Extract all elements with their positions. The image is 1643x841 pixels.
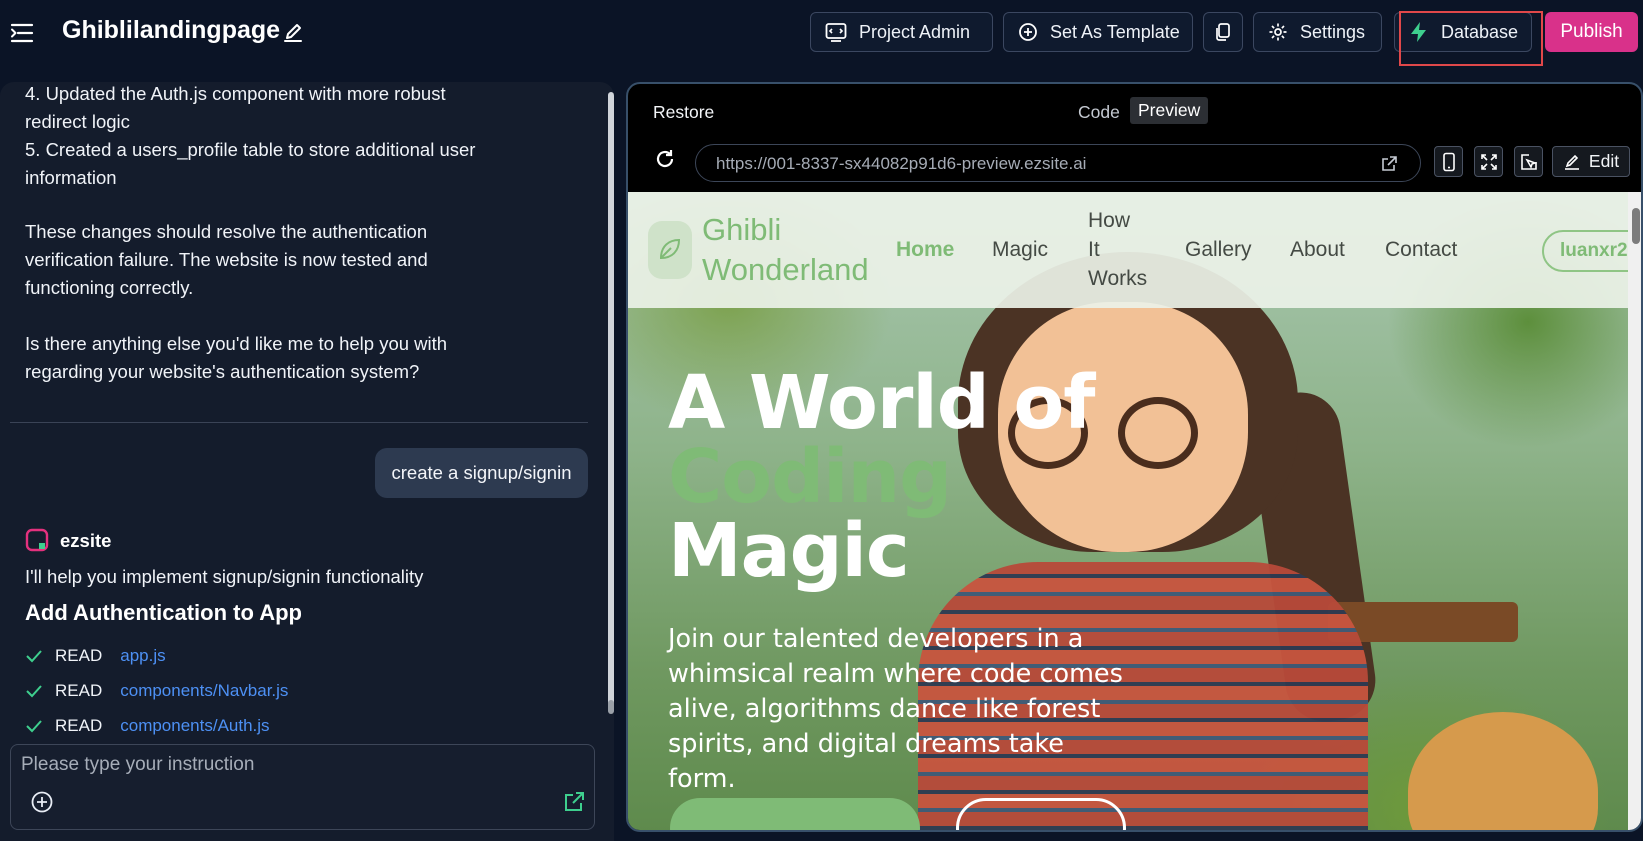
mobile-view-button[interactable]: [1434, 146, 1463, 177]
check-icon: [26, 720, 42, 733]
leaf-icon: [659, 238, 681, 260]
phone-icon: [1442, 152, 1455, 171]
gear-icon: [1269, 23, 1287, 41]
chat-message: 4. Updated the Auth.js component with mo…: [25, 83, 476, 188]
project-admin-label: Project Admin: [859, 21, 971, 42]
chat-message: Is there anything else you'd like me to …: [25, 333, 448, 382]
hero-secondary-button[interactable]: [956, 798, 1126, 830]
publish-button[interactable]: Publish: [1545, 12, 1638, 52]
chat-message: These changes should resolve the authent…: [25, 221, 428, 298]
website-preview: Ghibli Wonderland Home Magic How It Work…: [628, 192, 1628, 830]
read-action: READ: [55, 681, 103, 700]
hero-subtitle: Join our talented developers in a whimsi…: [668, 624, 1123, 794]
user-account-button[interactable]: luanxr2: [1542, 230, 1628, 272]
read-step: READ app.js: [25, 646, 166, 666]
plus-circle-icon: [1019, 23, 1037, 41]
add-attachment-icon[interactable]: [30, 790, 54, 814]
hero-title-line: Magic: [668, 508, 910, 594]
url-text: https://001-8337-sx44082p91d6-preview.ez…: [716, 154, 1087, 173]
send-external-icon[interactable]: [562, 790, 586, 814]
project-title: Ghiblilandingpage: [62, 16, 281, 44]
nav-gallery[interactable]: Gallery: [1185, 235, 1252, 265]
settings-button[interactable]: Settings: [1253, 12, 1382, 52]
nav-home[interactable]: Home: [896, 235, 954, 265]
check-icon: [26, 685, 42, 698]
set-as-template-label: Set As Template: [1050, 21, 1180, 42]
ezsite-logo-icon: [25, 528, 49, 552]
edit-button[interactable]: Edit: [1552, 146, 1630, 177]
admin-panel-icon: [825, 23, 847, 42]
read-action: READ: [55, 646, 103, 665]
read-step: READ components/Navbar.js: [25, 681, 288, 701]
hero-title-accent: Coding: [668, 434, 952, 520]
chat-panel: 4. Updated the Auth.js component with mo…: [0, 82, 614, 841]
bot-intro: I'll help you implement signup/signin fu…: [25, 566, 424, 587]
tab-code[interactable]: Code: [1078, 102, 1120, 123]
set-as-template-button[interactable]: Set As Template: [1003, 12, 1193, 52]
site-scrollbar-track[interactable]: [1628, 192, 1641, 830]
nav-magic[interactable]: Magic: [992, 235, 1048, 265]
copy-button[interactable]: [1203, 12, 1243, 52]
site-brand[interactable]: Ghibli Wonderland: [702, 210, 869, 290]
select-cursor-icon: [1520, 153, 1537, 170]
read-step: READ components/Auth.js: [25, 716, 270, 736]
open-external-icon[interactable]: [1379, 154, 1399, 174]
tab-preview[interactable]: Preview: [1130, 97, 1209, 124]
project-admin-button[interactable]: Project Admin: [810, 12, 993, 52]
site-navbar: Ghibli Wonderland Home Magic How It Work…: [628, 192, 1628, 308]
hero-title: A World of Coding Magic: [668, 360, 1095, 594]
chat-scrollbar-handle[interactable]: [608, 700, 614, 714]
copy-icon: [1216, 23, 1230, 41]
check-icon: [26, 650, 42, 663]
fullscreen-button[interactable]: [1474, 146, 1503, 177]
select-element-button[interactable]: [1514, 146, 1543, 177]
database-highlight-box: [1399, 11, 1543, 66]
edit-label: Edit: [1588, 151, 1620, 171]
menu-icon[interactable]: [10, 22, 34, 44]
bot-heading: Add Authentication to App: [25, 600, 302, 625]
read-action: READ: [55, 716, 103, 735]
hero-title-line: A World of: [668, 360, 1095, 446]
pencil-icon: [1564, 154, 1579, 170]
read-file-link[interactable]: app.js: [120, 646, 165, 666]
illustration-glasses-right: [1118, 397, 1198, 469]
instruction-input[interactable]: [21, 753, 561, 777]
bot-name: ezsite: [60, 530, 112, 551]
restore-button[interactable]: Restore: [653, 102, 714, 123]
reload-icon[interactable]: [654, 148, 676, 170]
preview-panel: Restore Code Preview https://001-8337-sx…: [626, 82, 1643, 832]
read-file-link[interactable]: components/Auth.js: [120, 716, 269, 736]
nav-contact[interactable]: Contact: [1385, 235, 1457, 265]
top-bar: Ghiblilandingpage Project Admin Set As T…: [0, 0, 1643, 70]
chat-divider: [10, 422, 588, 423]
settings-label: Settings: [1300, 21, 1366, 42]
rename-pencil-icon[interactable]: [281, 21, 305, 45]
chat-scrollbar[interactable]: [608, 92, 614, 712]
nav-how-it-works[interactable]: How It Works: [1088, 206, 1147, 293]
read-file-link[interactable]: components/Navbar.js: [120, 681, 288, 701]
user-message-bubble: create a signup/signin: [375, 448, 588, 498]
instruction-input-box: [10, 744, 595, 830]
hero-primary-button[interactable]: [670, 798, 920, 830]
fullscreen-icon: [1480, 153, 1497, 170]
nav-about[interactable]: About: [1290, 235, 1345, 265]
site-scrollbar-thumb[interactable]: [1632, 208, 1640, 244]
url-bar[interactable]: https://001-8337-sx44082p91d6-preview.ez…: [695, 144, 1421, 182]
